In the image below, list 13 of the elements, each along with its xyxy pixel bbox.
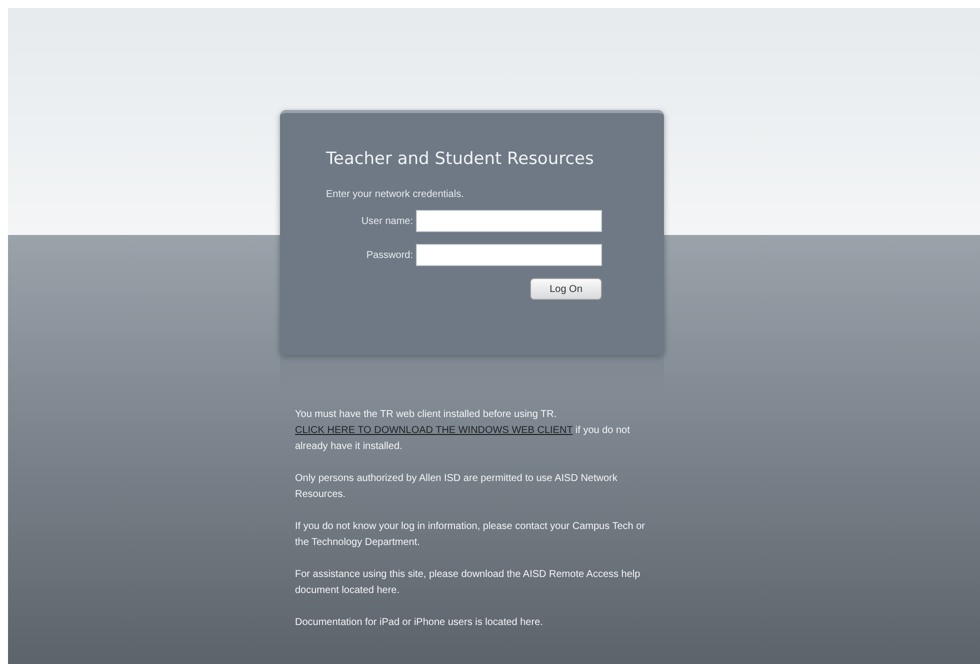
login-title: Teacher and Student Resources <box>326 149 595 169</box>
password-field[interactable] <box>416 244 602 266</box>
notice-paragraph: You must have the TR web client installed before using TR. CLICK HERE TO DOWNLOAD THE WINDOWS WEB CLIENT if you do not already have it installed. <box>295 408 631 454</box>
notice-paragraph: If you do not know your log in information, please contact your Campus Tech or the Technology Department. <box>295 520 646 550</box>
notice-paragraph: For assistance using this site, please download the AISD Remote Access help document located here. <box>295 568 642 598</box>
download-link[interactable]: CLICK HERE TO DOWNLOAD THE WINDOWS WEB CLIENT <box>295 425 573 436</box>
notice-paragraph: Only persons authorized by Allen ISD are permitted to use AISD Network Resources. <box>295 472 618 502</box>
field-label: User name: <box>361 216 413 226</box>
field-label: Password: <box>366 250 413 260</box>
log-on-button[interactable]: Log On <box>530 278 602 300</box>
notice-paragraph: Documentation for iPad or iPhone users is located here. <box>295 616 544 630</box>
login-prompt: Enter your network credentials. <box>326 189 465 200</box>
username-field[interactable] <box>416 210 602 232</box>
